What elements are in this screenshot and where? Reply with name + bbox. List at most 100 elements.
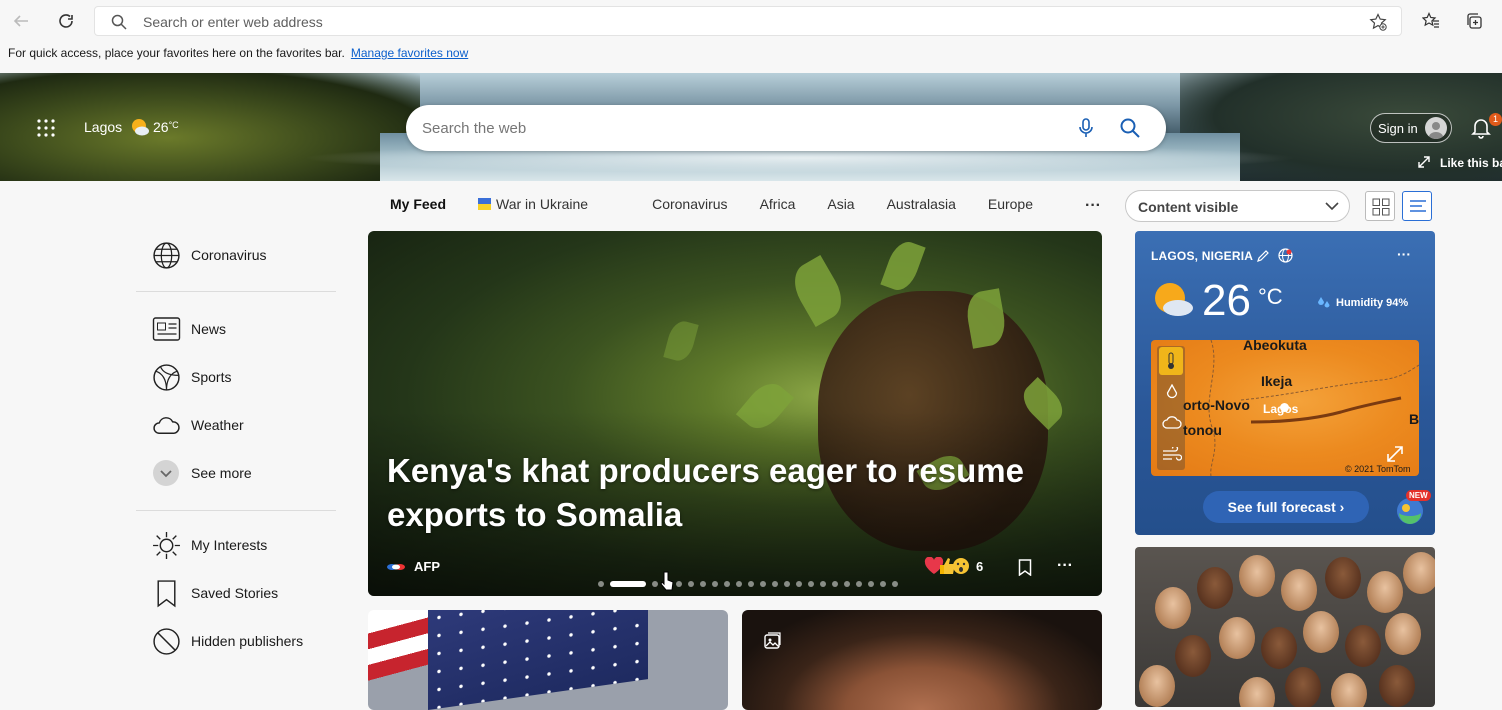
map-label-porto-novo: orto-Novo [1183,397,1250,413]
map-label-abeokuta: Abeokuta [1243,340,1307,353]
collections-button[interactable] [1461,8,1487,34]
hero-source[interactable]: AFP [386,559,440,574]
address-bar[interactable]: Search or enter web address [94,6,1402,36]
sidebar-item-sports[interactable]: Sports [152,362,231,392]
tabs-more-button[interactable]: ··· [1085,197,1101,215]
tab-asia[interactable]: Asia [827,196,854,216]
sidebar-item-label: Saved Stories [191,585,279,601]
block-icon [153,627,180,655]
tab-coronavirus[interactable]: Coronavirus [652,196,727,216]
back-button[interactable] [8,8,34,34]
sidebar-item-coronavirus[interactable]: Coronavirus [152,240,266,270]
browser-toolbar: Search or enter web address [0,0,1502,42]
news-card-portrait[interactable] [742,610,1102,710]
newspaper-icon [152,317,181,341]
hero-header: Lagos 26°C Search the web Sign in 1 Like… [0,73,1502,181]
web-search-box[interactable]: Search the web [406,105,1166,151]
content-visibility-select[interactable]: Content visible [1125,190,1350,222]
bookmark-icon [157,579,176,607]
temperature-layer-button[interactable] [1159,347,1183,375]
sidebar-item-label: Weather [191,417,244,433]
mouse-cursor-icon [660,571,674,591]
back-arrow-icon [13,15,28,27]
tab-africa[interactable]: Africa [760,196,796,216]
bookmark-icon[interactable] [1018,559,1032,576]
refresh-icon [59,14,73,28]
grid-view-button[interactable] [1365,191,1395,221]
partly-sunny-icon [132,119,149,136]
map-label-cotonou: tonou [1183,422,1222,438]
map-credit: © 2021 TomTom [1345,464,1411,474]
expand-map-icon[interactable] [1385,444,1405,464]
sign-in-button[interactable]: Sign in [1370,113,1452,143]
precipitation-drop-icon[interactable] [1166,384,1178,400]
tab-my-feed[interactable]: My Feed [390,196,446,216]
sidebar-item-saved-stories[interactable]: Saved Stories [152,578,278,608]
location-city[interactable]: Lagos [84,119,122,135]
wind-icon[interactable] [1162,447,1182,461]
weather-card[interactable]: LAGOS, NIGERIA ··· 26 °C Humidity 94% Ab… [1135,231,1435,535]
list-view-button[interactable] [1402,191,1432,221]
sidebar-item-see-more[interactable]: See more [152,458,252,488]
sidebar-item-hidden-publishers[interactable]: Hidden publishers [152,626,303,656]
thermometer-icon [1168,352,1174,369]
new-badge: NEW [1406,490,1431,501]
news-card-flag[interactable] [368,610,728,710]
chevron-down-icon [1325,202,1339,211]
globe-locate-icon[interactable] [1278,248,1293,263]
map-location-marker [1280,403,1289,412]
map-label-edge: B [1409,411,1419,427]
apps-grid-icon[interactable] [37,119,55,137]
header-temp[interactable]: 26°C [153,119,179,135]
add-favorite-icon[interactable] [1369,13,1387,31]
weather-location[interactable]: LAGOS, NIGERIA [1151,249,1253,263]
carousel-dots[interactable] [598,581,898,587]
sidebar-item-my-interests[interactable]: My Interests [152,530,267,560]
hero-more-button[interactable]: ··· [1057,557,1073,575]
refresh-button[interactable] [53,8,79,34]
globe-icon [153,241,180,269]
microphone-icon[interactable] [1078,118,1094,138]
weather-unit[interactable]: °C [1258,284,1283,310]
tab-europe[interactable]: Europe [988,196,1033,216]
notifications-bell-icon[interactable] [1471,117,1491,139]
weather-more-button[interactable]: ··· [1397,246,1411,262]
cloud-icon [153,417,180,435]
news-card-crowd[interactable] [1135,547,1435,707]
hero-source-label: AFP [414,559,440,574]
reaction-count: 6 [976,558,984,574]
chevron-down-circle-icon [153,460,179,486]
sun-icon [153,531,180,559]
edit-pencil-icon[interactable] [1257,249,1270,262]
list-view-icon [1410,200,1426,212]
grid-view-icon [1372,198,1390,216]
sidebar-item-weather[interactable]: Weather [152,410,244,440]
sign-in-label: Sign in [1378,121,1418,136]
tab-war-in-ukraine[interactable]: War in Ukraine [478,196,620,216]
sidebar-item-news[interactable]: News [152,314,226,344]
like-background-text[interactable]: Like this bac [1440,156,1502,170]
favorites-bar: For quick access, place your favorites h… [0,42,1502,73]
manage-favorites-link[interactable]: Manage favorites now [351,46,468,60]
gallery-icon [764,632,781,649]
collections-icon [1467,13,1482,29]
avatar [1425,117,1447,139]
see-full-forecast-label: See full forecast › [1227,499,1345,515]
us-flag-image [428,610,648,710]
tab-australasia[interactable]: Australasia [887,196,956,216]
hero-headline[interactable]: Kenya's khat producers eager to resume e… [387,449,1047,537]
content-visibility-value: Content visible [1138,199,1239,215]
ukraine-flag-icon [478,198,492,210]
cloud-layer-icon[interactable] [1162,416,1182,430]
feed-tabs: My Feed War in Ukraine Coronavirus Afric… [390,196,1065,216]
weather-map[interactable]: Abeokuta Ikeja orto-Novo Lagos tonou B ©… [1151,340,1419,476]
reactions[interactable]: 6 [924,557,983,575]
sidebar-item-label: My Interests [191,537,268,553]
see-full-forecast-button[interactable]: See full forecast › [1203,491,1369,523]
expand-background-icon[interactable] [1418,156,1430,168]
map-label-ikeja: Ikeja [1261,373,1293,389]
search-icon[interactable] [1120,118,1140,138]
hero-news-card[interactable]: Kenya's khat producers eager to resume e… [368,231,1102,596]
sidebar-item-label: News [191,321,227,337]
favorites-button[interactable] [1418,8,1444,34]
